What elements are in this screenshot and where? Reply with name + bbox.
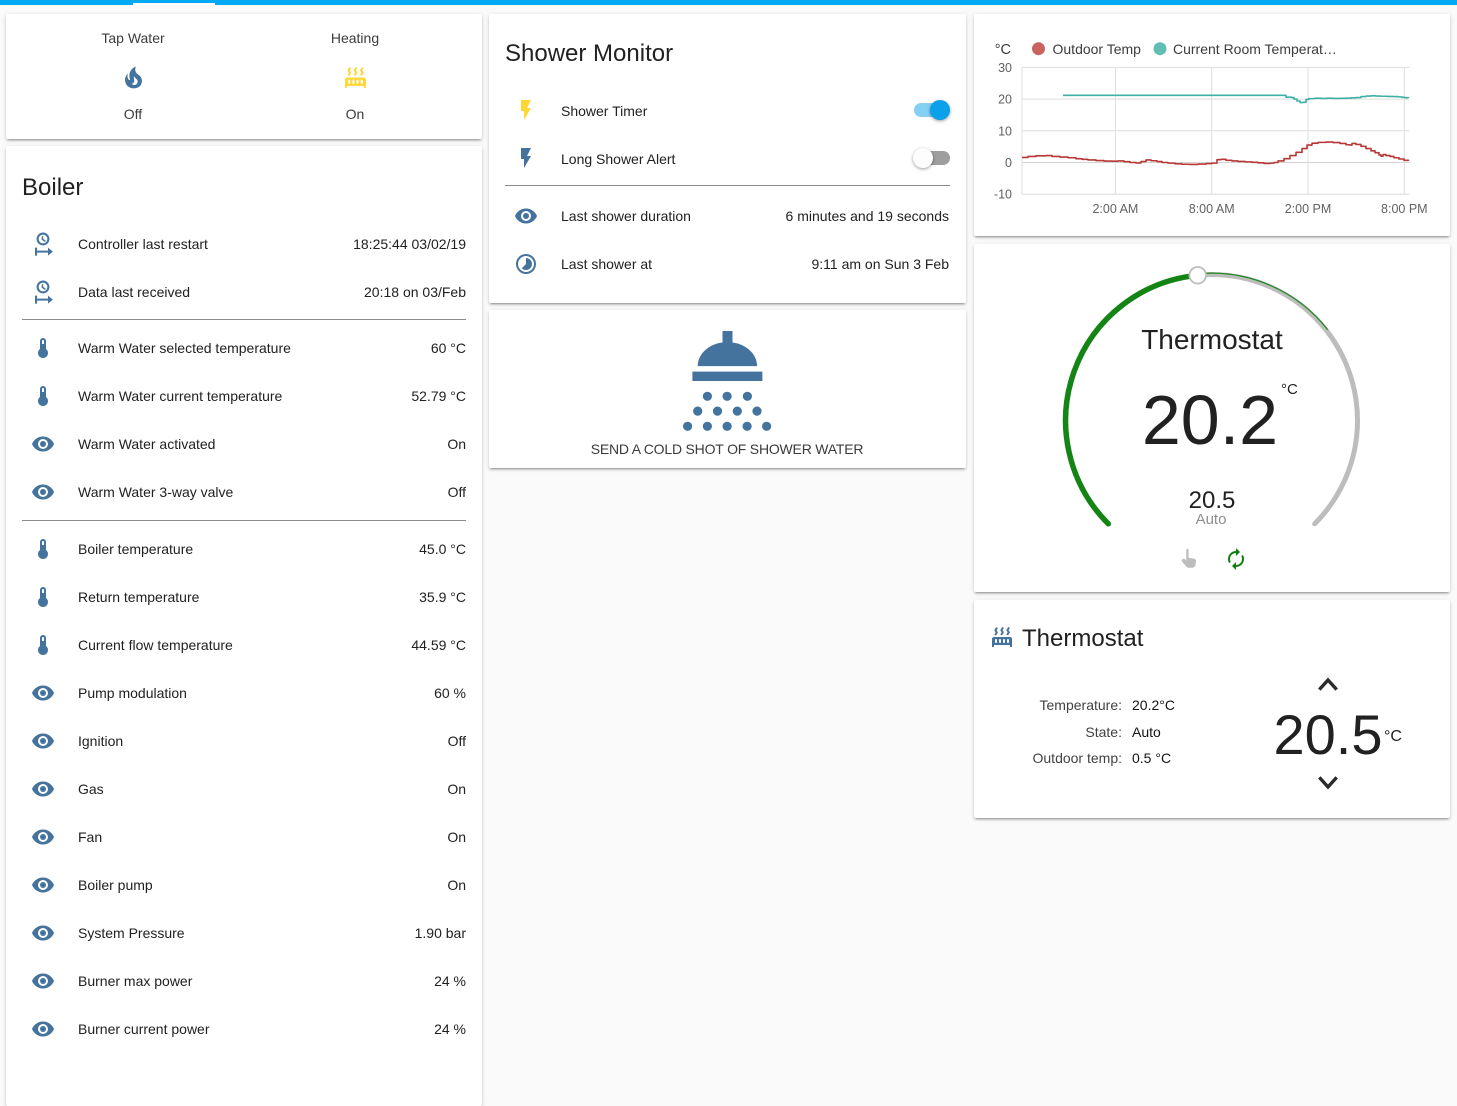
svg-text:-10: -10 [994, 188, 1012, 202]
svg-text:2:00 AM: 2:00 AM [1092, 202, 1138, 216]
svg-text:30: 30 [998, 61, 1012, 75]
svg-text:8:00 AM: 8:00 AM [1189, 202, 1235, 216]
svg-text:°C: °C [995, 42, 1011, 58]
svg-text:20: 20 [998, 93, 1012, 107]
svg-text:2:00 PM: 2:00 PM [1285, 202, 1332, 216]
svg-text:0: 0 [1005, 156, 1012, 170]
svg-text:10: 10 [998, 124, 1012, 138]
svg-text:Current Room Temperat…: Current Room Temperat… [1173, 41, 1337, 57]
svg-text:Outdoor Temp: Outdoor Temp [1053, 41, 1142, 57]
svg-text:8:00 PM: 8:00 PM [1381, 202, 1428, 216]
